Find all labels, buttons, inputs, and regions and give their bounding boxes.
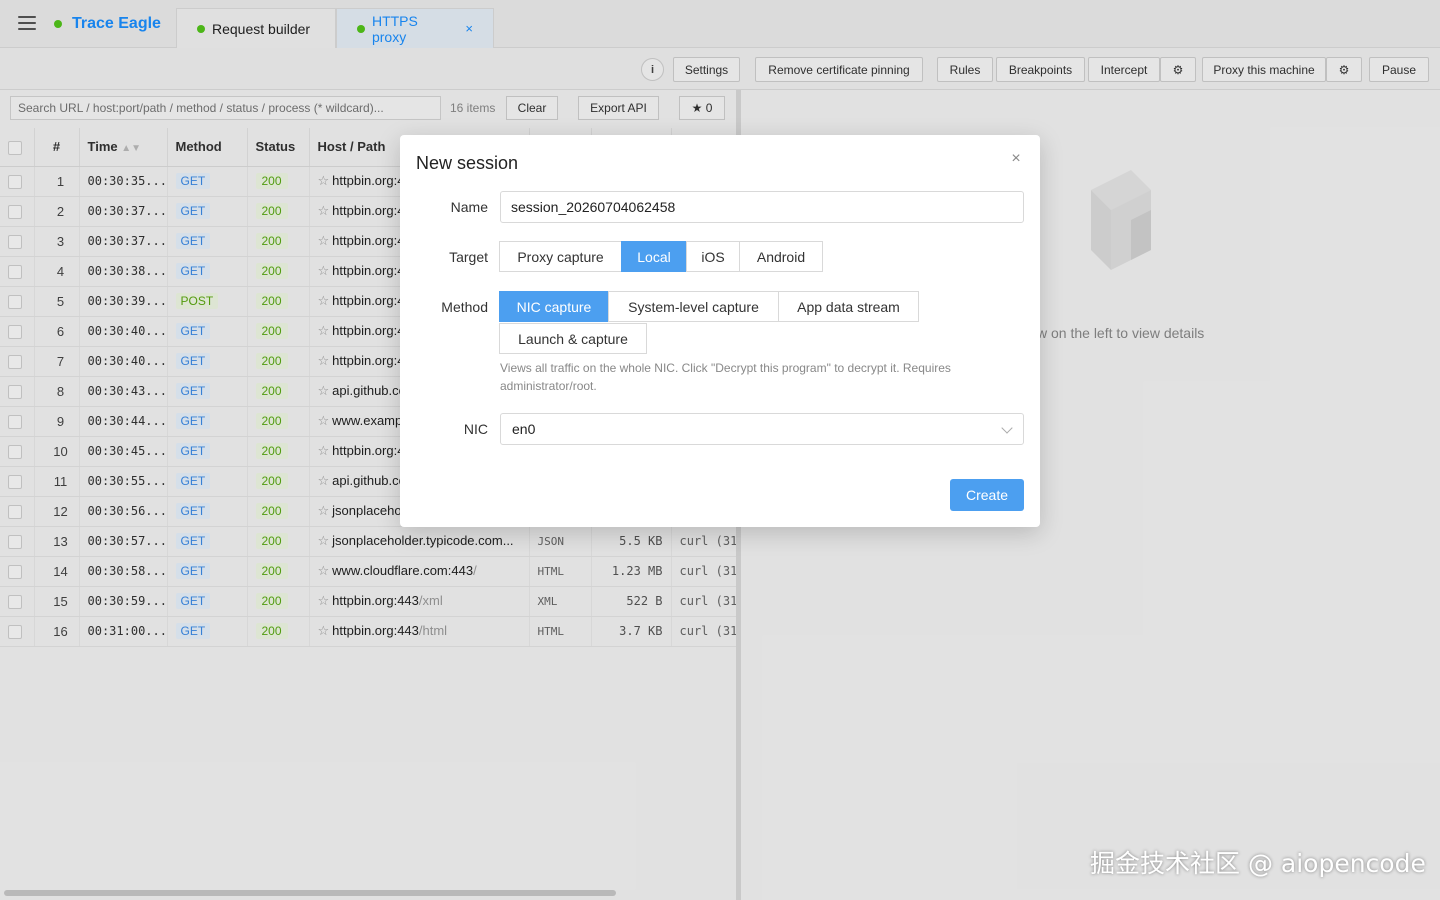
method-nic-capture[interactable]: NIC capture: [499, 291, 609, 322]
dialog-title: New session: [416, 153, 519, 173]
method-hint: Views all traffic on the whole NIC. Clic…: [500, 361, 951, 393]
target-label: Target: [449, 249, 488, 265]
method-system-level-capture[interactable]: System-level capture: [608, 291, 779, 322]
close-icon[interactable]: ×: [1006, 149, 1026, 169]
target-android[interactable]: Android: [739, 241, 823, 272]
method-label: Method: [441, 299, 488, 315]
session-name-field[interactable]: [500, 191, 1024, 223]
method-app-data-stream[interactable]: App data stream: [778, 291, 919, 322]
name-label: Name: [450, 199, 488, 215]
chevron-down-icon: [1001, 422, 1013, 434]
nic-selected-value: en0: [512, 421, 536, 437]
target-proxy-capture[interactable]: Proxy capture: [499, 241, 622, 272]
method-launch-capture[interactable]: Launch & capture: [499, 323, 647, 354]
new-session-dialog: New session × Name Target Proxy capture …: [400, 135, 1040, 527]
target-local[interactable]: Local: [621, 241, 687, 272]
nic-label: NIC: [463, 421, 488, 437]
target-ios[interactable]: iOS: [686, 241, 740, 272]
watermark: 掘金技术社区 @ aiopencode: [1090, 849, 1426, 878]
nic-select[interactable]: en0: [500, 413, 1024, 445]
create-button[interactable]: Create: [950, 479, 1024, 511]
